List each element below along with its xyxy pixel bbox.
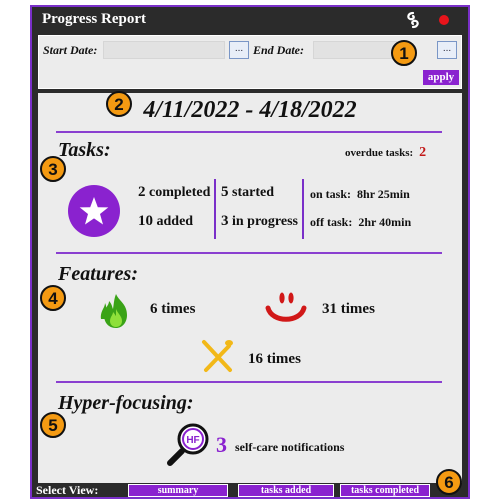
window-title: Progress Report bbox=[42, 11, 147, 27]
in-progress-count: 3 bbox=[221, 213, 229, 229]
magnifier-hf-icon: HF bbox=[167, 423, 209, 466]
on-task-value: 8hr 25min bbox=[357, 187, 410, 201]
smiley-icon bbox=[265, 292, 307, 322]
column-separator bbox=[302, 179, 304, 239]
star-icon bbox=[68, 185, 120, 237]
off-task-value: 2hr 40min bbox=[358, 215, 412, 229]
end-date-field[interactable] bbox=[313, 41, 397, 59]
hf-label: HF bbox=[186, 435, 199, 446]
view-selector-bar: Select View: summary tasks added tasks c… bbox=[32, 483, 468, 497]
report-panel: 4/11/2022 - 4/18/2022 Tasks: overdue tas… bbox=[38, 93, 462, 483]
close-dot-icon[interactable] bbox=[435, 11, 453, 29]
overdue-label: overdue tasks: bbox=[345, 147, 414, 159]
hyper-focusing-heading: Hyper-focusing: bbox=[58, 392, 194, 414]
in-progress-stat: 3 in progress bbox=[221, 213, 298, 230]
start-date-label: Start Date: bbox=[43, 43, 98, 57]
green-fire-icon bbox=[100, 294, 127, 328]
self-care-count: 3 bbox=[216, 432, 227, 457]
progress-report-window: Progress Report Start Date: ... End Date… bbox=[30, 5, 470, 499]
callout-badge: 2 bbox=[106, 91, 132, 117]
end-date-picker-button[interactable]: ... bbox=[437, 41, 457, 59]
callout-badge: 5 bbox=[40, 412, 66, 438]
help-swirl-icon[interactable] bbox=[404, 11, 422, 29]
self-care-label: self-care notifications bbox=[235, 440, 345, 454]
crossed-utensils-icon bbox=[202, 340, 233, 372]
added-count: 10 bbox=[138, 213, 153, 229]
divider bbox=[56, 131, 442, 133]
title-bar: Progress Report bbox=[32, 7, 468, 33]
tasks-heading: Tasks: bbox=[58, 139, 111, 161]
apply-button[interactable]: apply bbox=[423, 70, 459, 85]
started-stat: 5 started bbox=[221, 184, 274, 201]
feature-count: 6 times bbox=[150, 301, 196, 317]
select-view-label: Select View: bbox=[36, 483, 99, 497]
callout-badge: 4 bbox=[40, 285, 66, 311]
divider bbox=[56, 252, 442, 254]
divider bbox=[56, 381, 442, 383]
feature-count: 16 times bbox=[248, 351, 301, 367]
callout-badge: 3 bbox=[40, 156, 66, 182]
callout-badge: 1 bbox=[391, 40, 417, 66]
start-date-field[interactable] bbox=[103, 41, 225, 59]
completed-stat: 2 completed bbox=[138, 184, 210, 201]
view-tasks-added-button[interactable]: tasks added bbox=[238, 484, 334, 497]
overdue-tasks: overdue tasks: 2 bbox=[345, 145, 426, 161]
completed-count: 2 bbox=[138, 184, 146, 200]
in-progress-label: in progress bbox=[232, 214, 298, 229]
end-date-label: End Date: bbox=[253, 43, 304, 57]
start-date-picker-button[interactable]: ... bbox=[229, 41, 249, 59]
added-label: added bbox=[156, 214, 194, 229]
date-range-heading: 4/11/2022 - 4/18/2022 bbox=[143, 97, 357, 123]
view-tasks-completed-button[interactable]: tasks completed bbox=[340, 484, 430, 497]
on-task-time: on task: 8hr 25min bbox=[310, 187, 410, 202]
off-task-label: off task: bbox=[310, 215, 353, 229]
feature-count: 31 times bbox=[322, 301, 375, 317]
callout-badge: 6 bbox=[436, 469, 462, 495]
features-heading: Features: bbox=[58, 263, 138, 285]
off-task-time: off task: 2hr 40min bbox=[310, 215, 411, 230]
completed-label: completed bbox=[149, 185, 211, 200]
started-label: started bbox=[232, 185, 274, 200]
on-task-label: on task: bbox=[310, 187, 352, 201]
overdue-count: 2 bbox=[419, 145, 427, 160]
view-summary-button[interactable]: summary bbox=[128, 484, 228, 497]
column-separator bbox=[214, 179, 216, 239]
started-count: 5 bbox=[221, 184, 229, 200]
added-stat: 10 added bbox=[138, 213, 193, 230]
